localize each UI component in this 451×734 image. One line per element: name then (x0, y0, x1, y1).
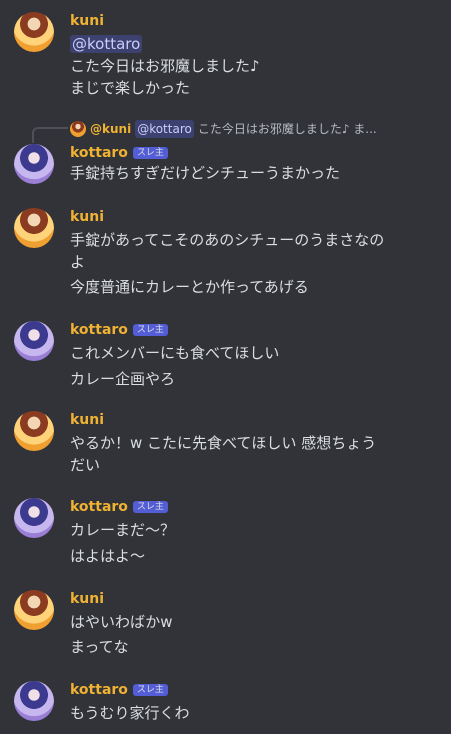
message-line: カレー企画やろ (70, 370, 176, 388)
avatar[interactable] (14, 12, 54, 52)
message-line: だい (70, 456, 101, 474)
message-line: はよはよ～ (70, 547, 146, 565)
reply-avatar (70, 121, 86, 137)
author-name[interactable]: kuni (70, 590, 104, 608)
reply-preview[interactable]: @kuni @kottaro こた今日はお邪魔しました♪ ま... (32, 118, 451, 143)
op-badge: スレ主 (132, 147, 168, 159)
message-line: @kottaro (70, 33, 143, 55)
reply-connector (32, 127, 68, 143)
author-name[interactable]: kottaro (70, 321, 128, 339)
user-mention[interactable]: @kottaro (70, 35, 143, 53)
message-line: よ (70, 253, 86, 271)
message-line: これメンバーにも食べてほしい (70, 344, 280, 362)
author-name[interactable]: kuni (70, 208, 104, 226)
reply-author[interactable]: @kuni (90, 120, 131, 138)
message-line: こた今日はお邪魔しました♪ (70, 57, 260, 75)
avatar[interactable] (14, 590, 54, 630)
avatar[interactable] (14, 411, 54, 451)
message-line: 手錠があってこそのあのシチューのうまさなの (70, 231, 385, 249)
avatar[interactable] (14, 144, 54, 184)
author-name[interactable]: kuni (70, 411, 104, 429)
avatar[interactable] (14, 208, 54, 248)
avatar[interactable] (14, 681, 54, 721)
op-badge: スレ主 (132, 684, 168, 696)
message-line: はやいわばかw (70, 613, 173, 631)
author-name[interactable]: kottaro (70, 144, 128, 162)
message-line: やるか！w こたに先食べてほしい 感想ちょう (70, 434, 377, 452)
message-line: まってな (70, 638, 129, 656)
avatar[interactable] (14, 321, 54, 361)
reply-mention[interactable]: @kottaro (135, 120, 194, 138)
avatar[interactable] (14, 498, 54, 538)
op-badge: スレ主 (132, 501, 168, 513)
message-line: 今度普通にカレーとか作ってあげる (70, 278, 309, 296)
author-name[interactable]: kottaro (70, 498, 128, 516)
op-badge: スレ主 (132, 324, 168, 336)
message-line: まじで楽しかった (70, 79, 191, 97)
message-line: 手錠持ちすぎだけどシチューうまかった (70, 164, 341, 182)
reply-content[interactable]: @kuni @kottaro こた今日はお邪魔しました♪ ま... (70, 120, 377, 138)
reply-text: こた今日はお邪魔しました♪ ま... (197, 122, 377, 136)
message-line: もうむり家行くわ (70, 704, 190, 722)
author-name[interactable]: kottaro (70, 681, 128, 699)
message-line: カレーまだ～？ (70, 521, 176, 539)
author-name[interactable]: kuni (70, 12, 104, 30)
